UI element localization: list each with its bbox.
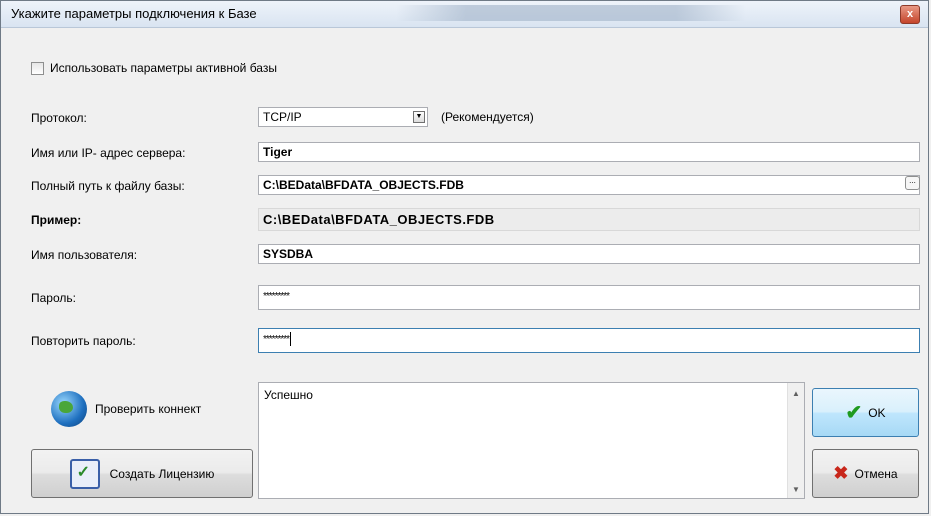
scroll-down-icon[interactable]: ▼	[791, 485, 801, 494]
connection-dialog: Укажите параметры подключения к Базе x И…	[0, 0, 929, 514]
log-memo[interactable]: Успешно ▲ ▼	[258, 382, 805, 499]
use-active-db-label: Использовать параметры активной базы	[50, 61, 277, 75]
chevron-down-icon[interactable]: ▼	[413, 111, 425, 123]
password-repeat-input[interactable]: *********	[258, 328, 920, 353]
server-input[interactable]	[258, 142, 920, 162]
scroll-up-icon[interactable]: ▲	[791, 389, 801, 398]
create-license-button[interactable]: Создать Лицензию	[31, 449, 253, 498]
cancel-label: Отмена	[854, 466, 898, 481]
title-bar-background-blur	[396, 5, 746, 21]
dialog-title: Укажите параметры подключения к Базе	[11, 6, 257, 21]
protocol-label: Протокол:	[31, 111, 87, 125]
password-repeat-label: Повторить пароль:	[31, 334, 136, 348]
cross-icon: ✖	[833, 463, 849, 483]
title-bar: Укажите параметры подключения к Базе x	[1, 1, 928, 28]
protocol-note: (Рекомендуется)	[441, 110, 534, 124]
protocol-value: TCP/IP	[263, 110, 302, 124]
use-active-db-option[interactable]: Использовать параметры активной базы	[31, 61, 277, 75]
db-path-label: Полный путь к файлу базы:	[31, 179, 185, 193]
db-path-input[interactable]	[258, 175, 920, 195]
example-path: C:\BEData\BFDATA_OBJECTS.FDB	[258, 208, 920, 231]
browse-button[interactable]: ...	[905, 176, 920, 190]
password-repeat-mask: *********	[263, 334, 290, 345]
checkmark-icon: ✔	[845, 402, 863, 424]
protocol-select[interactable]: TCP/IP ▼	[258, 107, 428, 127]
ok-label: OK	[868, 405, 886, 420]
example-label: Пример:	[31, 213, 82, 227]
user-input[interactable]	[258, 244, 920, 264]
user-label: Имя пользователя:	[31, 248, 138, 262]
log-text: Успешно	[264, 388, 313, 402]
password-input[interactable]: *********	[258, 285, 920, 310]
ok-button[interactable]: ✔ OK	[812, 388, 919, 437]
text-caret	[290, 331, 292, 346]
server-label: Имя или IP- адрес сервера:	[31, 146, 186, 160]
password-label: Пароль:	[31, 291, 76, 305]
use-active-db-checkbox[interactable]	[31, 61, 44, 75]
log-scrollbar[interactable]: ▲ ▼	[787, 383, 804, 498]
cancel-button[interactable]: ✖ Отмена	[812, 449, 919, 498]
license-icon	[69, 458, 100, 489]
create-license-label: Создать Лицензию	[109, 466, 215, 481]
check-connect-label: Проверить коннект	[95, 402, 202, 416]
check-connect-button[interactable]: Проверить коннект	[51, 391, 201, 427]
close-button[interactable]: x	[900, 5, 920, 24]
password-mask: *********	[263, 291, 290, 302]
globe-icon	[51, 391, 87, 427]
